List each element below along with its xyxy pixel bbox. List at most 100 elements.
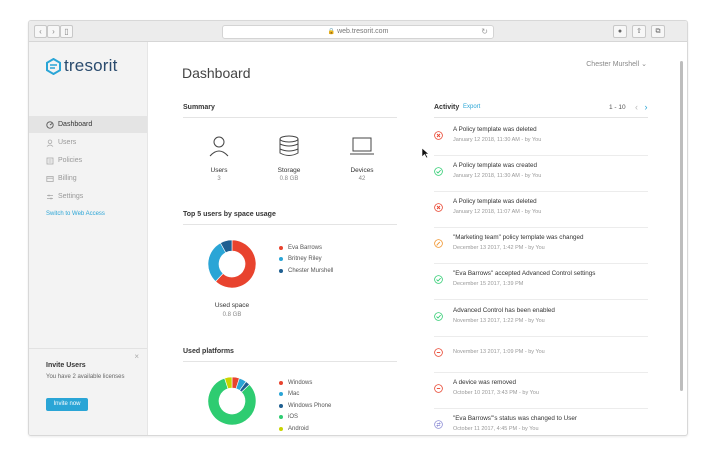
sidebar-item-label: Dashboard bbox=[58, 121, 93, 128]
stat-label: Storage bbox=[277, 167, 301, 174]
stat-users: Users 3 bbox=[189, 135, 249, 182]
platforms-title: Used platforms bbox=[183, 348, 234, 355]
invite-now-button[interactable]: Invite now bbox=[46, 398, 88, 411]
used-space-value: 0.8 GB bbox=[222, 312, 242, 318]
activity-meta: November 13 2017, 1:22 PM - by You bbox=[453, 317, 545, 324]
chevron-left-icon[interactable]: ‹ bbox=[635, 102, 638, 112]
activity-title: Activity bbox=[434, 104, 460, 111]
top-users-legend: Eva Barrows Britney Riley Chester Murshe… bbox=[279, 242, 333, 277]
activity-item: Advanced Control has been enabled Novembe… bbox=[434, 300, 648, 337]
legend-swatch bbox=[279, 380, 283, 385]
stat-value: 3 bbox=[217, 176, 221, 182]
activity-text: A Policy template was deleted bbox=[453, 126, 537, 133]
dashboard-icon bbox=[45, 120, 54, 129]
chevron-right-icon[interactable]: › bbox=[645, 102, 648, 112]
sidebar-item-policies[interactable]: Policies bbox=[29, 152, 147, 169]
activity-meta: October 11 2017, 4:45 PM - by You bbox=[453, 425, 539, 432]
activity-item: "Marketing team" policy template was cha… bbox=[434, 227, 648, 265]
sidebar-item-dashboard[interactable]: Dashboard bbox=[29, 116, 147, 133]
activity-item: A Policy template was deleted January 12 … bbox=[434, 119, 648, 156]
divider bbox=[183, 117, 397, 118]
legend-swatch bbox=[279, 257, 283, 262]
invite-description: You have 2 available licenses bbox=[46, 374, 125, 380]
legend-item: Chester Murshell bbox=[279, 265, 333, 277]
back-button[interactable]: ‹ bbox=[34, 25, 47, 38]
policies-icon bbox=[45, 156, 54, 165]
stat-devices: Devices 42 bbox=[332, 135, 392, 182]
check-circle-icon bbox=[434, 311, 443, 321]
legend-label: Britney Riley bbox=[288, 256, 322, 263]
legend-label: iOS bbox=[288, 414, 299, 421]
invite-title: Invite Users bbox=[46, 362, 86, 369]
sidebar-item-settings[interactable]: Settings bbox=[29, 188, 147, 205]
tresorit-logo[interactable]: tresorit bbox=[46, 55, 118, 77]
legend-item: Eva Barrows bbox=[279, 242, 333, 254]
activity-text: A Policy template was deleted bbox=[453, 198, 537, 206]
legend-swatch bbox=[279, 392, 283, 397]
stat-value: 0.8 GB bbox=[279, 176, 299, 182]
logo-text: tresorit bbox=[64, 56, 118, 75]
activity-meta: December 15 2017, 1:39 PM bbox=[453, 281, 524, 288]
activity-item: "Eva Barrows"'s status was changed to Us… bbox=[434, 408, 648, 435]
legend-label: Windows Phone bbox=[288, 402, 332, 409]
share-button[interactable]: ⇧ bbox=[632, 25, 646, 38]
page-title: Dashboard bbox=[182, 65, 251, 81]
legend-label: Mac bbox=[288, 391, 300, 398]
switch-to-web-access-link[interactable]: Switch to Web Access bbox=[46, 211, 105, 217]
tabs-button[interactable]: ⧉ bbox=[651, 25, 665, 38]
legend-label: Eva Barrows bbox=[288, 244, 323, 251]
settings-icon bbox=[45, 192, 54, 201]
forward-button[interactable]: › bbox=[47, 25, 60, 38]
legend-item: Windows bbox=[279, 377, 331, 389]
top-users-title: Top 5 users by space usage bbox=[183, 211, 276, 218]
divider bbox=[183, 361, 397, 362]
browser-window: ‹ › ▯ 🔒 web.tresorit.com ↻ ● ⇧ ⧉ tresorit… bbox=[28, 20, 688, 436]
divider bbox=[183, 224, 397, 225]
laptop-icon bbox=[350, 137, 374, 155]
scrollbar[interactable] bbox=[680, 61, 683, 391]
x-circle-icon bbox=[434, 131, 443, 140]
legend-swatch bbox=[279, 426, 283, 431]
activity-text: A device was removed bbox=[453, 378, 516, 386]
user-icon bbox=[209, 136, 229, 157]
address-bar[interactable]: 🔒 web.tresorit.com ↻ bbox=[222, 25, 494, 39]
activity-item: A device was removed October 10 2017, 3:4… bbox=[434, 372, 648, 409]
legend-label: Windows bbox=[288, 379, 313, 386]
minus-circle-icon bbox=[434, 347, 443, 357]
legend-item: Britney Riley bbox=[279, 254, 333, 266]
activity-item: "Eva Barrows" accepted Advanced Control … bbox=[434, 263, 648, 301]
activity-item: November 13 2017, 1:09 PM - by You bbox=[434, 336, 648, 373]
tresorit-logo-icon bbox=[46, 57, 61, 75]
legend-swatch bbox=[279, 403, 283, 408]
legend-item: Android bbox=[279, 423, 331, 435]
activity-text: "Marketing team" policy template was cha… bbox=[453, 234, 584, 242]
sidebar-toggle-button[interactable]: ▯ bbox=[60, 25, 73, 38]
check-circle-icon bbox=[434, 275, 443, 285]
activity-meta: November 13 2017, 1:09 PM - by You bbox=[453, 348, 545, 355]
sidebar-item-billing[interactable]: Billing bbox=[29, 170, 147, 187]
close-icon[interactable]: × bbox=[134, 352, 139, 361]
summary-title: Summary bbox=[183, 104, 215, 111]
reload-icon[interactable]: ↻ bbox=[481, 26, 488, 38]
legend-label: Android bbox=[288, 425, 309, 432]
sidebar-item-label: Users bbox=[58, 139, 77, 146]
legend-item: Mac bbox=[279, 389, 331, 401]
stat-storage: Storage 0.8 GB bbox=[259, 135, 319, 182]
database-icon bbox=[279, 135, 299, 156]
activity-item: A Policy template was created January 12 … bbox=[434, 155, 648, 193]
activity-text: "Eva Barrows"'s status was changed to Us… bbox=[453, 414, 577, 422]
extension-button[interactable]: ● bbox=[613, 25, 627, 38]
activity-meta: January 12 2018, 11:30 AM - by You bbox=[453, 173, 542, 180]
legend-item: Windows Phone bbox=[279, 400, 331, 412]
sidebar-item-users[interactable]: Users bbox=[29, 134, 147, 151]
sidebar: tresorit Dashboard Users Policies Billin… bbox=[29, 42, 148, 435]
legend-swatch bbox=[279, 268, 283, 273]
swap-circle-icon bbox=[434, 419, 443, 429]
activity-pagination: ‹ › bbox=[635, 102, 648, 112]
export-link[interactable]: Export bbox=[463, 104, 480, 110]
activity-meta: January 12 2018, 11:07 AM - by You bbox=[453, 209, 542, 216]
users-icon bbox=[45, 138, 54, 147]
legend-label: Chester Murshell bbox=[288, 267, 334, 274]
platforms-legend: Windows Mac Windows Phone iOS Android bbox=[279, 377, 331, 435]
user-menu[interactable]: Chester Murshell ⌄ bbox=[586, 60, 647, 68]
